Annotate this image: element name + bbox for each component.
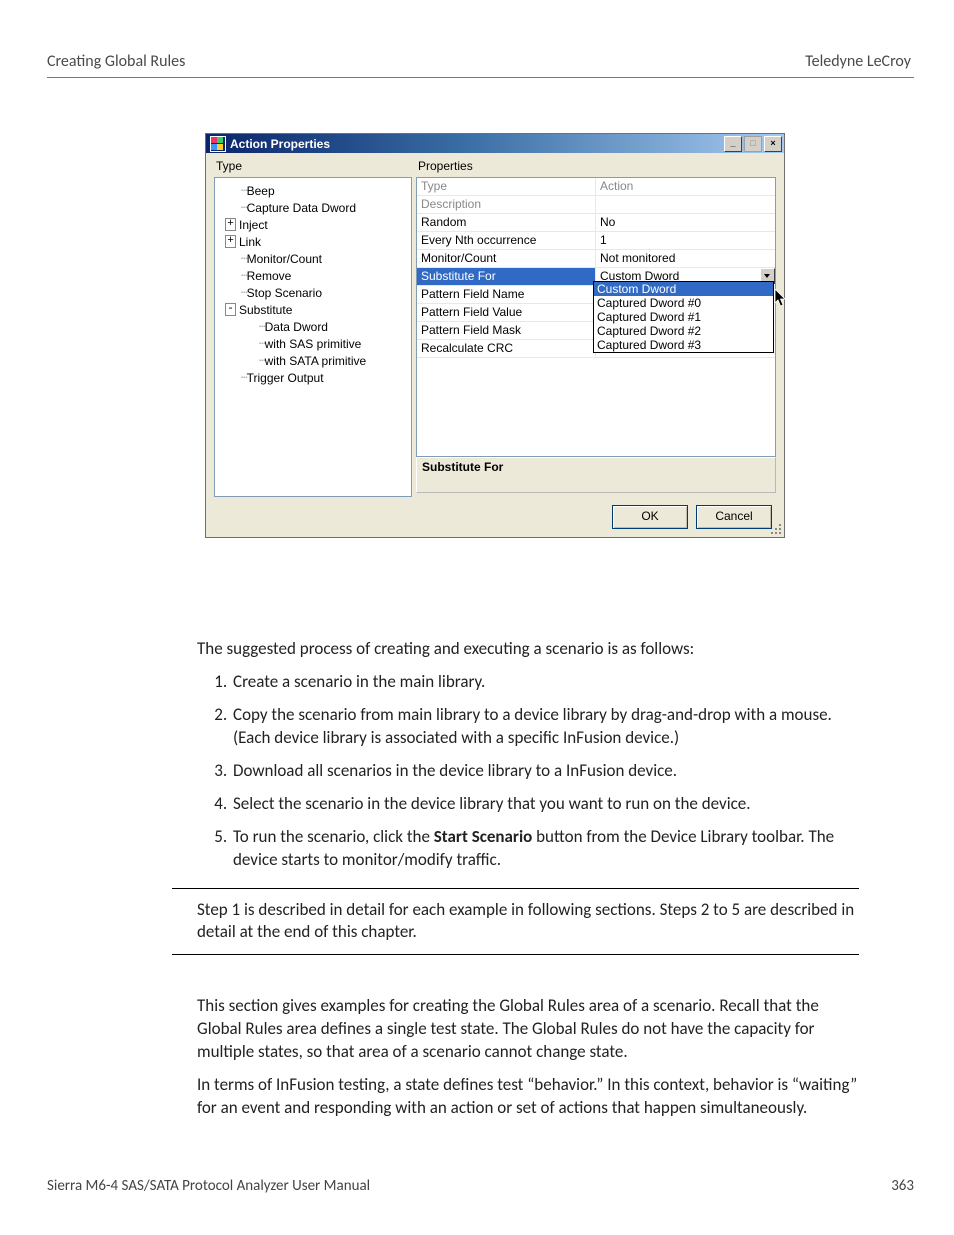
property-name: Pattern Field Mask: [417, 322, 596, 339]
property-name: Pattern Field Name: [417, 286, 596, 303]
page-header: Creating Global Rules Teledyne LeCroy: [47, 52, 914, 77]
tree-node-label: Stop Scenario: [247, 286, 322, 300]
type-tree[interactable]: ┄ Beep┄ Capture Data Dword+ Inject+ Link…: [214, 177, 412, 497]
tree-node[interactable]: ┄ with SAS primitive: [217, 335, 409, 352]
tree-node[interactable]: ┄ Data Dword: [217, 318, 409, 335]
property-value[interactable]: Not monitored: [596, 250, 775, 267]
property-name: Every Nth occurrence: [417, 232, 596, 249]
tree-node-label: Monitor/Count: [247, 252, 322, 266]
tree-node[interactable]: - Substitute: [217, 301, 409, 318]
tree-node-label: Capture Data Dword: [247, 201, 356, 215]
expand-icon[interactable]: +: [225, 235, 236, 248]
tree-node[interactable]: ┄ Beep: [217, 182, 409, 199]
tree-node-label: with SATA primitive: [265, 354, 367, 368]
tree-node-label: Trigger Output: [247, 371, 324, 385]
tree-node[interactable]: + Link: [217, 233, 409, 250]
tree-node[interactable]: ┄ Capture Data Dword: [217, 199, 409, 216]
property-name: Substitute For: [417, 268, 596, 285]
tree-node-label: Data Dword: [265, 320, 328, 334]
property-value[interactable]: No: [596, 214, 775, 231]
tree-node[interactable]: ┄ with SATA primitive: [217, 352, 409, 369]
property-grid[interactable]: TypeActionDescriptionRandomNoEvery Nth o…: [416, 177, 776, 457]
header-left: Creating Global Rules: [47, 52, 185, 71]
property-value: Action: [596, 178, 775, 195]
intro-paragraph: The suggested process of creating and ex…: [197, 638, 859, 661]
tree-node[interactable]: ┄ Monitor/Count: [217, 250, 409, 267]
callout-block: Step 1 is described in detail for each e…: [172, 888, 859, 956]
tree-node[interactable]: ┄ Remove: [217, 267, 409, 284]
collapse-icon[interactable]: -: [225, 303, 236, 316]
document-body: The suggested process of creating and ex…: [197, 638, 859, 1120]
section-paragraph-1: This section gives examples for creating…: [197, 995, 859, 1064]
substitute-for-dropdown-list[interactable]: Custom DwordCaptured Dword #0Captured Dw…: [593, 281, 774, 353]
help-panel: Substitute For: [416, 457, 776, 493]
property-row[interactable]: Monitor/CountNot monitored: [417, 250, 775, 268]
property-row: Description: [417, 196, 775, 214]
property-value: [596, 196, 775, 213]
cursor-icon: [775, 289, 787, 307]
property-row[interactable]: Every Nth occurrence1: [417, 232, 775, 250]
property-name: Random: [417, 214, 596, 231]
tree-node-label: with SAS primitive: [265, 337, 362, 351]
dropdown-option[interactable]: Captured Dword #0: [594, 296, 773, 310]
dropdown-option[interactable]: Captured Dword #2: [594, 324, 773, 338]
property-name: Recalculate CRC: [417, 340, 596, 357]
property-row: TypeAction: [417, 178, 775, 196]
property-name: Description: [417, 196, 596, 213]
cancel-button[interactable]: Cancel: [696, 505, 772, 529]
step-item: Download all scenarios in the device lib…: [231, 760, 859, 783]
dropdown-option[interactable]: Captured Dword #1: [594, 310, 773, 324]
maximize-button: □: [744, 136, 762, 152]
action-properties-dialog: Action Properties _ □ × Type ┄ Beep┄ Cap…: [205, 133, 785, 538]
ok-button[interactable]: OK: [612, 505, 688, 529]
footer-page-number: 363: [891, 1177, 914, 1195]
property-name: Pattern Field Value: [417, 304, 596, 321]
tree-node[interactable]: ┄ Stop Scenario: [217, 284, 409, 301]
help-title: Substitute For: [422, 460, 503, 474]
titlebar[interactable]: Action Properties _ □ ×: [206, 134, 784, 153]
expand-icon[interactable]: +: [225, 218, 236, 231]
window-title: Action Properties: [230, 137, 724, 151]
property-name: Monitor/Count: [417, 250, 596, 267]
dropdown-option[interactable]: Custom Dword: [594, 282, 773, 296]
tree-node-label: Inject: [239, 218, 268, 232]
tree-node-label: Link: [239, 235, 261, 249]
step-item: Create a scenario in the main library.: [231, 671, 859, 694]
step-item: Copy the scenario from main library to a…: [231, 704, 859, 750]
tree-node-label: Beep: [247, 184, 275, 198]
step-item: To run the scenario, click the Start Sce…: [231, 826, 859, 872]
app-icon: [210, 136, 226, 152]
footer-left: Sierra M6-4 SAS/SATA Protocol Analyzer U…: [47, 1177, 370, 1195]
tree-node[interactable]: ┄ Trigger Output: [217, 369, 409, 386]
callout-text: Step 1 is described in detail for each e…: [197, 889, 859, 955]
header-right: Teledyne LeCroy: [805, 52, 911, 71]
start-scenario-label: Start Scenario: [434, 826, 533, 847]
dropdown-option[interactable]: Captured Dword #3: [594, 338, 773, 352]
resize-grip[interactable]: [769, 522, 782, 535]
step-item: Select the scenario in the device librar…: [231, 793, 859, 816]
header-rule: [47, 77, 914, 78]
property-value[interactable]: 1: [596, 232, 775, 249]
property-row[interactable]: RandomNo: [417, 214, 775, 232]
property-name: Type: [417, 178, 596, 195]
steps-list: Create a scenario in the main library. Co…: [197, 671, 859, 872]
section-paragraph-2: In terms of InFusion testing, a state de…: [197, 1074, 859, 1120]
tree-node[interactable]: + Inject: [217, 216, 409, 233]
minimize-button[interactable]: _: [724, 136, 742, 152]
tree-node-label: Substitute: [239, 303, 292, 317]
page-footer: Sierra M6-4 SAS/SATA Protocol Analyzer U…: [47, 1177, 914, 1195]
type-label: Type: [216, 159, 412, 173]
tree-node-label: Remove: [247, 269, 292, 283]
close-button[interactable]: ×: [764, 136, 782, 152]
properties-label: Properties: [418, 159, 776, 173]
